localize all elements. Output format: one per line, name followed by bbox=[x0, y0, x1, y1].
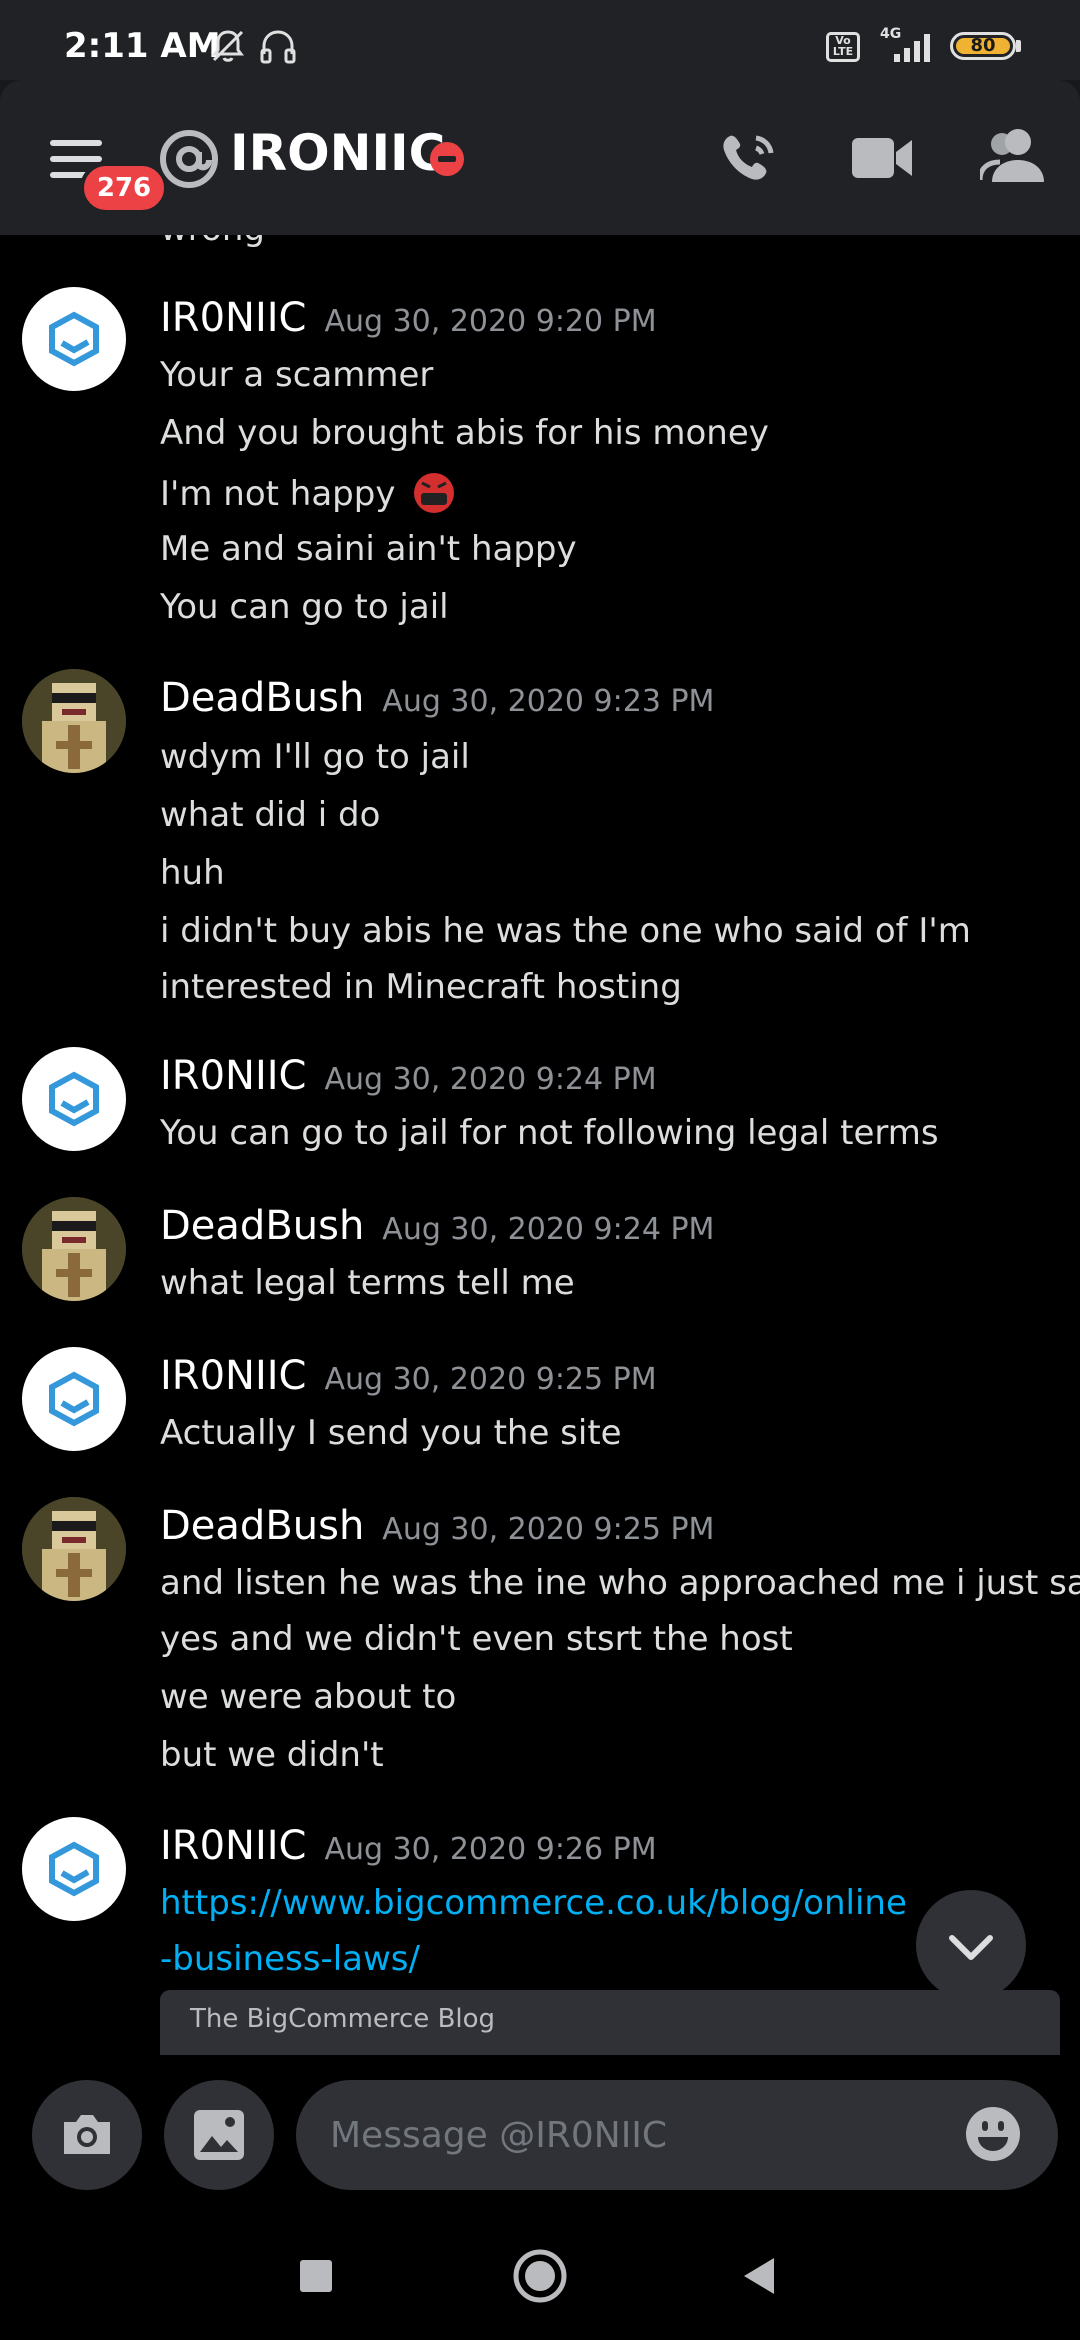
image-icon bbox=[194, 2110, 244, 2160]
message-text: wrong bbox=[160, 235, 265, 249]
camera-button[interactable] bbox=[32, 2080, 142, 2190]
chevron-down-icon bbox=[949, 1935, 993, 1960]
avatar[interactable] bbox=[22, 1347, 126, 1451]
message-list[interactable]: wrong IR0NIICAug 30, 2020 9:20 PM Your a… bbox=[0, 235, 1080, 2055]
message-timestamp: Aug 30, 2020 9:23 PM bbox=[382, 684, 715, 719]
message-link[interactable]: -business-laws/ bbox=[160, 1939, 420, 1979]
message-text: we were about to bbox=[160, 1677, 457, 1717]
volte-icon: Vo LTE bbox=[826, 32, 860, 62]
battery-tip bbox=[1016, 40, 1021, 52]
message-author[interactable]: DeadBush Aug 30, 2020 9:25 PM bbox=[160, 1503, 714, 1549]
message-timestamp: Aug 30, 2020 9:25 PM bbox=[382, 1512, 715, 1547]
message-text: Your a scammer bbox=[160, 355, 434, 395]
message-timestamp: Aug 30, 2020 9:20 PM bbox=[324, 304, 657, 339]
home-icon[interactable] bbox=[512, 2248, 568, 2304]
message-text: You can go to jail for not following leg… bbox=[160, 1113, 939, 1153]
gallery-button[interactable] bbox=[164, 2080, 274, 2190]
scroll-to-bottom-button[interactable] bbox=[916, 1890, 1026, 2000]
cube-logo-icon bbox=[49, 311, 99, 367]
message-timestamp: Aug 30, 2020 9:24 PM bbox=[382, 1212, 715, 1247]
pixel-character-icon bbox=[22, 1497, 126, 1601]
avatar[interactable] bbox=[22, 1497, 126, 1601]
message-author[interactable]: DeadBush Aug 30, 2020 9:23 PM bbox=[160, 675, 714, 721]
message-text: interested in Minecraft hosting bbox=[160, 967, 682, 1007]
cube-logo-icon bbox=[49, 1371, 99, 1427]
emoji-icon[interactable] bbox=[964, 2105, 1022, 2163]
message-author[interactable]: DeadBush Aug 30, 2020 9:24 PM bbox=[160, 1203, 714, 1249]
status-time: 2:11 AM bbox=[64, 26, 221, 66]
call-icon[interactable] bbox=[716, 126, 784, 194]
pixel-character-icon bbox=[22, 1197, 126, 1301]
message-input[interactable] bbox=[296, 2080, 1058, 2190]
avatar[interactable] bbox=[22, 1197, 126, 1301]
message-author[interactable]: IR0NIIC Aug 30, 2020 9:25 PM bbox=[160, 1353, 657, 1399]
signal-icon bbox=[894, 34, 930, 62]
recents-icon[interactable] bbox=[298, 2258, 334, 2294]
message-text: what did i do bbox=[160, 795, 381, 835]
message-timestamp: Aug 30, 2020 9:24 PM bbox=[324, 1062, 657, 1097]
bell-muted-icon bbox=[212, 30, 244, 62]
message-author[interactable]: IR0NIIC Aug 30, 2020 9:24 PM bbox=[160, 1053, 657, 1099]
message-text: You can go to jail bbox=[160, 587, 449, 627]
avatar[interactable] bbox=[22, 287, 126, 391]
message-text: I'm not happy bbox=[160, 471, 456, 515]
camera-icon bbox=[64, 2115, 110, 2154]
avatar[interactable] bbox=[22, 1047, 126, 1151]
message-text: and listen he was the ine who approached… bbox=[160, 1563, 1080, 1603]
unread-badge: 276 bbox=[80, 162, 168, 214]
message-text: Me and saini ain't happy bbox=[160, 529, 577, 569]
channel-title: IRONIIC bbox=[230, 124, 446, 182]
message-text: Actually I send you the site bbox=[160, 1413, 622, 1453]
message-text: yes and we didn't even stsrt the host bbox=[160, 1619, 793, 1659]
message-text: And you brought abis for his money bbox=[160, 413, 769, 453]
message-text: but we didn't bbox=[160, 1735, 384, 1775]
cube-logo-icon bbox=[49, 1841, 99, 1897]
at-icon bbox=[160, 130, 218, 188]
angry-emoji-icon bbox=[414, 473, 455, 513]
embed-provider: The BigCommerce Blog bbox=[190, 2004, 496, 2034]
battery-icon: 80 bbox=[950, 32, 1016, 60]
members-icon[interactable] bbox=[980, 126, 1044, 186]
back-icon[interactable] bbox=[742, 2256, 778, 2296]
avatar[interactable] bbox=[22, 1817, 126, 1921]
message-author[interactable]: IR0NIIC Aug 30, 2020 9:26 PM bbox=[160, 1823, 657, 1869]
cube-logo-icon bbox=[49, 1071, 99, 1127]
message-text: i didn't buy abis he was the one who sai… bbox=[160, 911, 971, 951]
dnd-icon bbox=[430, 142, 464, 176]
message-author[interactable]: IR0NIIC Aug 30, 2020 9:20 PM bbox=[160, 295, 657, 341]
battery-level: 80 bbox=[956, 37, 1010, 55]
message-timestamp: Aug 30, 2020 9:25 PM bbox=[324, 1362, 657, 1397]
message-text: wdym I'll go to jail bbox=[160, 737, 470, 777]
message-timestamp: Aug 30, 2020 9:26 PM bbox=[324, 1832, 657, 1867]
pixel-character-icon bbox=[22, 669, 126, 773]
message-text: what legal terms tell me bbox=[160, 1263, 575, 1303]
headphones-icon bbox=[260, 30, 296, 64]
message-text: huh bbox=[160, 853, 225, 893]
avatar[interactable] bbox=[22, 669, 126, 773]
message-link[interactable]: https://www.bigcommerce.co.uk/blog/onlin… bbox=[160, 1883, 907, 1923]
video-icon[interactable] bbox=[852, 134, 914, 182]
